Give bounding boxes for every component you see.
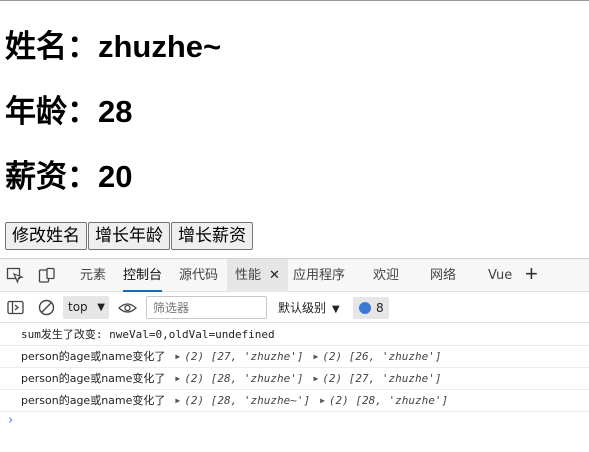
issues-count: 8 — [376, 301, 384, 315]
close-icon[interactable]: ✕ — [269, 259, 280, 292]
chevron-down-icon: ▼ — [97, 302, 105, 313]
console-array[interactable]: (2) [27, 'zhuzhe'] — [322, 372, 441, 385]
grow-salary-button[interactable]: 增长薪资 — [171, 222, 253, 250]
devtools-tabbar: 元素 控制台 源代码 性能 ✕ 应用程序 欢迎 网络 Vue + — [0, 259, 589, 292]
issues-badge[interactable]: 8 — [353, 297, 389, 319]
console-array[interactable]: (2) [28, 'zhuzhe~'] — [184, 394, 310, 407]
eye-icon[interactable] — [118, 301, 137, 315]
vue-app: 姓名：zhuzhe~ 年龄：28 薪资：20 修改姓名 增长年龄 增长薪资 — [0, 0, 589, 258]
salary-value: 20 — [98, 159, 133, 194]
expand-arrow-icon[interactable]: ▶ — [313, 346, 318, 368]
console-filter-input[interactable] — [146, 296, 267, 319]
tab-performance-label: 性能 — [235, 268, 262, 283]
console-toolbar: top ▼ 默认级别 ▼ 8 — [0, 293, 589, 323]
console-array[interactable]: (2) [27, 'zhuzhe'] — [184, 350, 303, 363]
age-separator: ： — [67, 94, 98, 129]
tab-welcome[interactable]: 欢迎 — [373, 259, 399, 292]
console-message: person的age或name变化了 ▶ (2) [28, 'zhuzhe~'] ▶ (… — [0, 390, 589, 412]
expand-arrow-icon[interactable]: ▶ — [175, 346, 180, 368]
devtools-panel: 元素 控制台 源代码 性能 ✕ 应用程序 欢迎 网络 Vue + top ▼ 默认级… — [0, 258, 589, 452]
tab-elements[interactable]: 元素 — [80, 259, 106, 292]
console-text: person的age或name变化了 — [21, 350, 166, 363]
console-prompt-icon[interactable]: › — [8, 413, 13, 428]
expand-arrow-icon[interactable]: ▶ — [175, 368, 180, 390]
console-message: person的age或name变化了 ▶ (2) [28, 'zhuzhe'] ▶ (2… — [0, 368, 589, 390]
expand-arrow-icon[interactable]: ▶ — [175, 390, 180, 412]
chevron-down-icon: ▼ — [332, 304, 340, 315]
context-value: top — [68, 300, 88, 314]
console-message: person的age或name变化了 ▶ (2) [27, 'zhuzhe'] ▶ (2… — [0, 346, 589, 368]
salary-display: 薪资：20 — [5, 161, 132, 192]
expand-arrow-icon[interactable]: ▶ — [313, 368, 318, 390]
console-message: sum发生了改变: nweVal=0,oldVal=undefined — [0, 324, 589, 346]
salary-label: 薪资 — [5, 159, 67, 194]
name-separator: ： — [67, 29, 98, 64]
name-label: 姓名 — [5, 29, 67, 64]
log-level-value: 默认级别 — [278, 301, 327, 315]
tab-console[interactable]: 控制台 — [123, 259, 163, 292]
age-value: 28 — [98, 94, 133, 129]
log-level-select[interactable]: 默认级别 ▼ — [278, 293, 340, 323]
device-emulation-icon[interactable] — [38, 267, 56, 284]
add-tab-icon[interactable]: + — [525, 263, 538, 285]
grow-age-button[interactable]: 增长年龄 — [88, 222, 170, 250]
console-array[interactable]: (2) [28, 'zhuzhe'] — [184, 372, 303, 385]
console-text: sum发生了改变: nweVal=0,oldVal=undefined — [21, 328, 275, 341]
console-text: person的age或name变化了 — [21, 372, 166, 385]
context-select[interactable]: top ▼ — [63, 296, 109, 319]
salary-separator: ： — [67, 159, 98, 194]
tab-sources[interactable]: 源代码 — [179, 259, 218, 292]
clear-console-icon[interactable] — [38, 299, 55, 316]
age-label: 年龄 — [5, 94, 67, 129]
tab-vue[interactable]: Vue — [488, 259, 512, 292]
name-display: 姓名：zhuzhe~ — [5, 31, 221, 62]
console-output: sum发生了改变: nweVal=0,oldVal=undefined pers… — [0, 324, 589, 412]
expand-arrow-icon[interactable]: ▶ — [320, 390, 325, 412]
tab-performance[interactable]: 性能 ✕ — [227, 259, 288, 292]
message-icon — [359, 302, 371, 314]
age-display: 年龄：28 — [5, 96, 132, 127]
name-value: zhuzhe~ — [98, 29, 222, 64]
sidebar-toggle-icon[interactable] — [7, 300, 24, 315]
change-name-button[interactable]: 修改姓名 — [5, 222, 87, 250]
button-group: 修改姓名 增长年龄 增长薪资 — [5, 222, 253, 250]
tab-network[interactable]: 网络 — [430, 259, 456, 292]
console-text: person的age或name变化了 — [21, 394, 166, 407]
console-array[interactable]: (2) [26, 'zhuzhe'] — [322, 350, 441, 363]
console-array[interactable]: (2) [28, 'zhuzhe'] — [329, 394, 448, 407]
tab-application[interactable]: 应用程序 — [293, 259, 345, 292]
inspect-element-icon[interactable] — [6, 267, 24, 284]
